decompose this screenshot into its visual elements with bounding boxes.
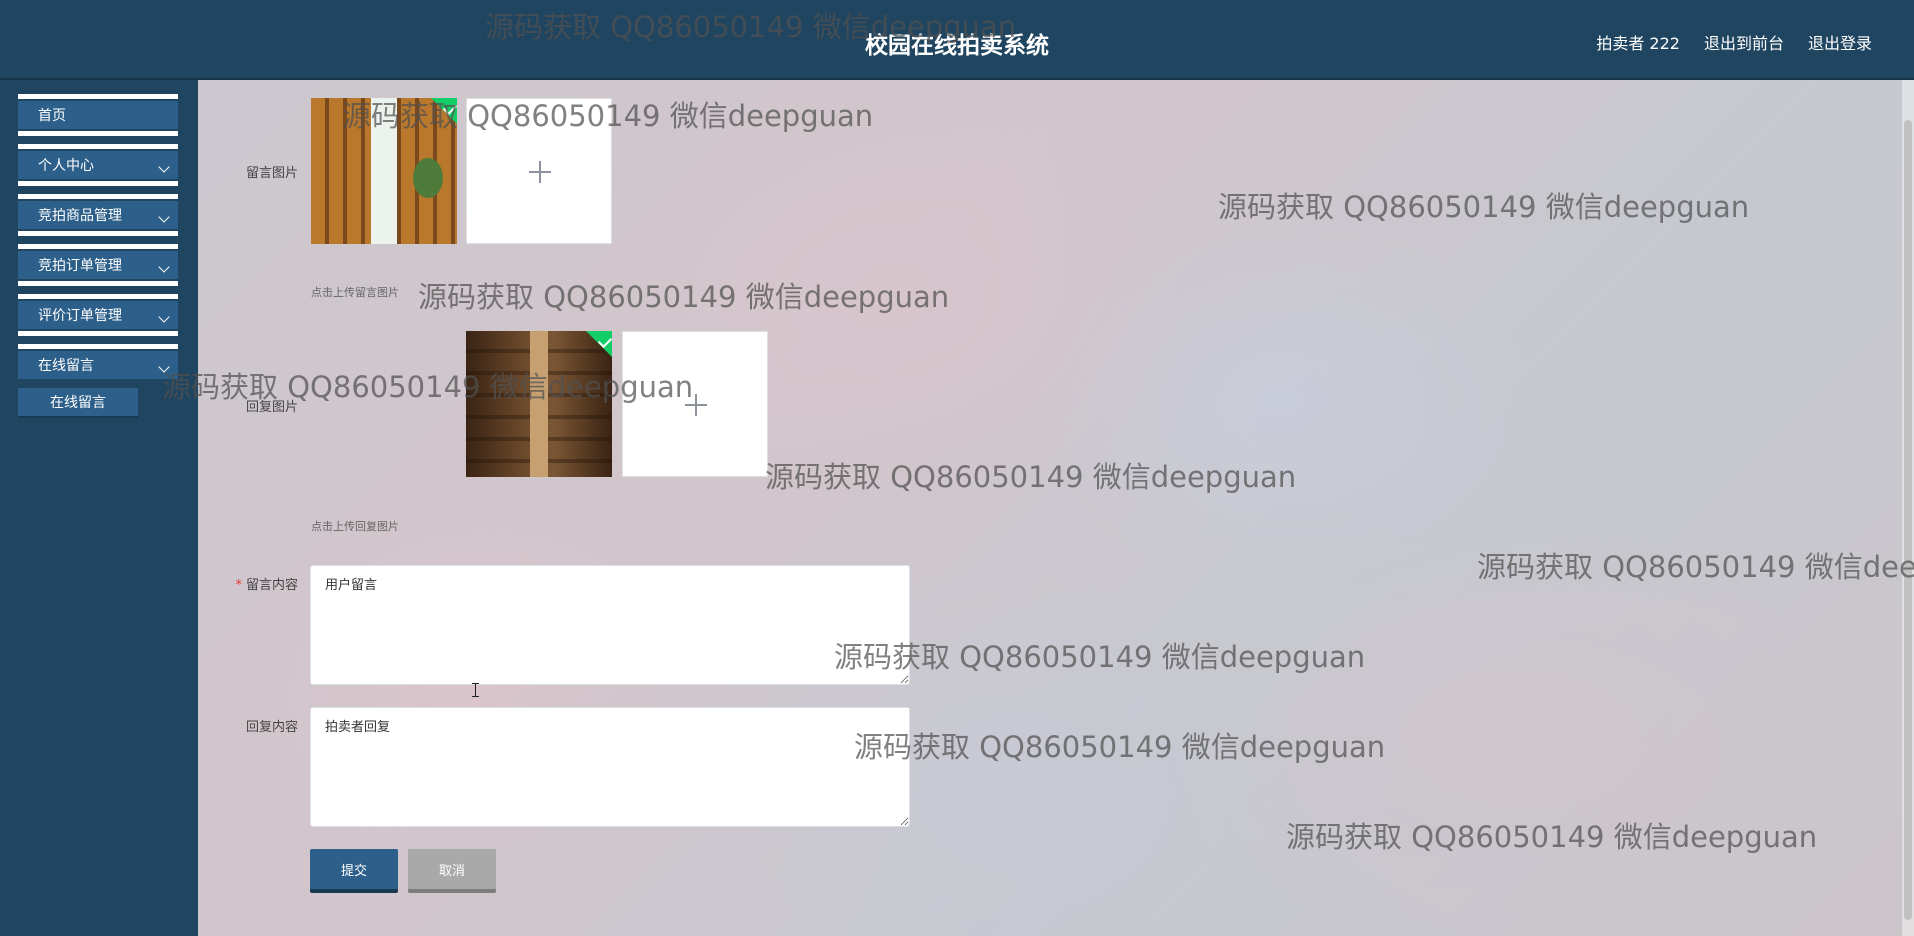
required-asterisk: * bbox=[235, 578, 242, 593]
message-image-upload-button[interactable] bbox=[466, 98, 612, 244]
top-bar: 校园在线拍卖系统 拍卖者 222 退出到前台 退出登录 bbox=[0, 0, 1914, 80]
message-image-thumbnail[interactable] bbox=[311, 98, 457, 244]
chevron-down-icon bbox=[158, 161, 170, 173]
current-user[interactable]: 拍卖者 222 bbox=[1596, 30, 1680, 54]
sidebar-item-label: 首页 bbox=[38, 108, 66, 124]
reply-image-thumbnail[interactable] bbox=[466, 331, 612, 477]
main-content: 留言图片 点击上传留言图片 回复图片 点击上传回复图片 * 留言内容 用户留言 回… bbox=[198, 80, 1914, 936]
sidebar: 首页 个人中心 竞拍商品管理 竞拍订单管理 评价订单管理 在线留言 在线留言 bbox=[0, 80, 198, 936]
reply-image-label: 回复图片 bbox=[245, 400, 298, 415]
chevron-down-icon bbox=[158, 261, 170, 273]
message-image-label: 留言图片 bbox=[245, 166, 298, 181]
logout-link[interactable]: 退出登录 bbox=[1808, 30, 1872, 54]
sidebar-item-label: 竞拍商品管理 bbox=[38, 208, 122, 224]
message-image-hint[interactable]: 点击上传留言图片 bbox=[311, 284, 399, 300]
cancel-button[interactable]: 取消 bbox=[408, 849, 496, 893]
sidebar-item-review-orders[interactable]: 评价订单管理 bbox=[18, 294, 178, 336]
exit-to-front-link[interactable]: 退出到前台 bbox=[1704, 30, 1784, 54]
reply-image-hint[interactable]: 点击上传回复图片 bbox=[311, 518, 399, 534]
check-icon bbox=[586, 331, 612, 357]
header-links: 拍卖者 222 退出到前台 退出登录 bbox=[1596, 30, 1872, 54]
reply-image-upload-button[interactable] bbox=[622, 331, 768, 477]
chevron-down-icon bbox=[158, 311, 170, 323]
sidebar-item-label: 在线留言 bbox=[38, 358, 94, 374]
sidebar-item-label: 评价订单管理 bbox=[38, 308, 122, 324]
submit-button[interactable]: 提交 bbox=[310, 849, 398, 893]
chevron-down-icon bbox=[158, 361, 170, 373]
sidebar-item-online-message[interactable]: 在线留言 bbox=[18, 344, 178, 386]
sidebar-item-personal-center[interactable]: 个人中心 bbox=[18, 144, 178, 186]
message-content-label: * 留言内容 bbox=[235, 578, 298, 593]
reply-content-label: 回复内容 bbox=[245, 720, 298, 735]
text-cursor-icon bbox=[472, 683, 479, 697]
message-content-textarea[interactable]: 用户留言 bbox=[310, 565, 910, 685]
submenu-online-message[interactable]: 在线留言 bbox=[18, 388, 138, 418]
scrollbar[interactable] bbox=[1902, 80, 1914, 936]
check-icon bbox=[431, 98, 457, 124]
sidebar-item-label: 竞拍订单管理 bbox=[38, 258, 122, 274]
sidebar-item-auction-orders[interactable]: 竞拍订单管理 bbox=[18, 244, 178, 286]
sidebar-item-home[interactable]: 首页 bbox=[18, 94, 178, 136]
reply-content-textarea[interactable]: 拍卖者回复 bbox=[310, 707, 910, 827]
sidebar-item-label: 个人中心 bbox=[38, 158, 94, 174]
sidebar-item-auction-goods[interactable]: 竞拍商品管理 bbox=[18, 194, 178, 236]
chevron-down-icon bbox=[158, 211, 170, 223]
